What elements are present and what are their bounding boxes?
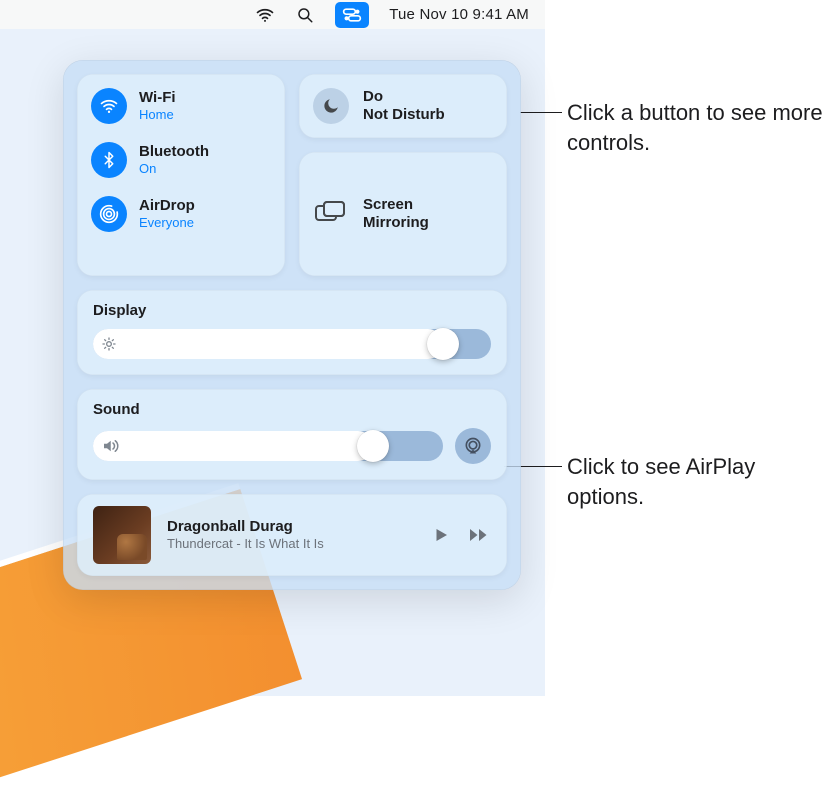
connectivity-card[interactable]: Wi-Fi Home Bluetooth On <box>77 74 285 276</box>
now-playing-card[interactable]: Dragonball Durag Thundercat - It Is What… <box>77 494 507 576</box>
airdrop-icon <box>91 196 127 232</box>
bluetooth-status: On <box>139 161 209 177</box>
next-track-button[interactable] <box>467 523 491 547</box>
spotlight-search-icon[interactable] <box>295 5 315 25</box>
dnd-title: DoNot Disturb <box>363 88 445 124</box>
wifi-icon <box>91 88 127 124</box>
play-button[interactable] <box>429 523 453 547</box>
callout-bottom: Click to see AirPlay options. <box>567 452 807 511</box>
sound-label: Sound <box>93 401 491 418</box>
callout-top: Click a button to see more controls. <box>567 98 827 157</box>
control-center-panel: Wi-Fi Home Bluetooth On <box>63 60 521 590</box>
bluetooth-title: Bluetooth <box>139 143 209 161</box>
screen-mirroring-title: ScreenMirroring <box>363 196 429 232</box>
bluetooth-toggle[interactable]: Bluetooth On <box>91 142 271 178</box>
display-card[interactable]: Display <box>77 290 507 375</box>
airdrop-toggle[interactable]: AirDrop Everyone <box>91 196 271 232</box>
screen-mirroring-button[interactable]: ScreenMirroring <box>299 152 507 276</box>
album-art <box>93 506 151 564</box>
menu-bar: Tue Nov 10 9:41 AM <box>0 0 545 29</box>
do-not-disturb-button[interactable]: DoNot Disturb <box>299 74 507 138</box>
screen-mirroring-icon <box>313 196 349 232</box>
airplay-audio-button[interactable] <box>455 428 491 464</box>
sound-volume-slider[interactable] <box>93 431 443 461</box>
now-playing-artist: Thundercat - It Is What It Is <box>167 536 413 552</box>
now-playing-title: Dragonball Durag <box>167 518 413 537</box>
airdrop-status: Everyone <box>139 215 195 231</box>
moon-icon <box>313 88 349 124</box>
wifi-toggle[interactable]: Wi-Fi Home <box>91 88 271 124</box>
sound-card[interactable]: Sound <box>77 389 507 480</box>
bluetooth-icon <box>91 142 127 178</box>
wifi-menubar-icon[interactable] <box>255 5 275 25</box>
brightness-low-icon <box>101 336 117 352</box>
menubar-datetime[interactable]: Tue Nov 10 9:41 AM <box>389 6 529 23</box>
control-center-menubar-icon[interactable] <box>335 2 369 28</box>
volume-icon <box>101 437 119 455</box>
wifi-status: Home <box>139 107 176 123</box>
display-brightness-slider[interactable] <box>93 329 491 359</box>
display-label: Display <box>93 302 491 319</box>
wifi-title: Wi-Fi <box>139 89 176 107</box>
airdrop-title: AirDrop <box>139 197 195 215</box>
